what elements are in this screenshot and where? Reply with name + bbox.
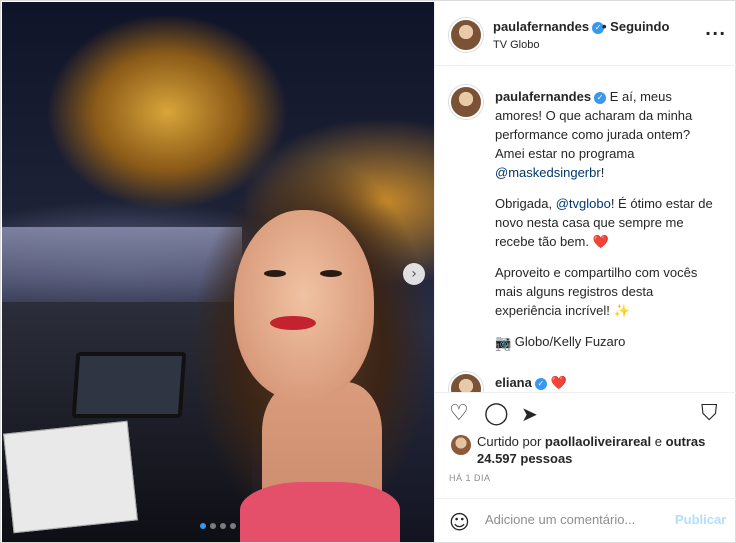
publish-button[interactable]: Publicar — [675, 512, 726, 527]
carousel-dots — [200, 523, 236, 529]
avatar[interactable] — [451, 435, 471, 455]
heart-icon[interactable]: ♡ — [449, 401, 469, 426]
liker-username[interactable]: paollaoliveirareal — [545, 434, 651, 449]
chevron-right-icon: › — [411, 266, 417, 282]
mention-link[interactable]: @tvglobo — [556, 196, 611, 211]
mention-link[interactable]: @maskedsingerbr — [495, 165, 601, 180]
likes-middle: e — [651, 434, 666, 449]
person-eye-left — [264, 270, 286, 277]
comment-username[interactable]: eliana ✓ ❤️ — [495, 375, 567, 391]
caption-timestamp[interactable]: 1 d — [495, 342, 510, 354]
post-photo[interactable]: › — [2, 2, 434, 542]
share-icon[interactable]: ➤ — [521, 402, 538, 426]
post-timestamp[interactable]: HÁ 1 DIA — [449, 473, 491, 483]
caption-username[interactable]: paulafernandes — [495, 89, 591, 104]
carousel-next-button[interactable]: › — [403, 263, 425, 285]
carousel-dot — [220, 523, 226, 529]
caption-text-3: Aproveito e compartilho com vocês mais a… — [495, 265, 698, 318]
avatar[interactable] — [449, 18, 483, 52]
post-actions: ♡ ◯ ➤ ⛉ Curtido por paollaoliveirareal e… — [435, 392, 736, 542]
photo-credit: Globo/Kelly Fuzaro — [511, 334, 626, 349]
add-comment-bar: ☺ Publicar — [435, 498, 736, 543]
person-top — [240, 482, 400, 542]
likes-summary: Curtido por paollaoliveirareal e outras … — [477, 433, 727, 467]
avatar[interactable] — [449, 85, 483, 119]
caption-text-2a: Obrigada, — [495, 196, 556, 211]
caption-punct: ! — [600, 165, 605, 180]
verified-badge-icon: ✓ — [594, 91, 607, 104]
carousel-dot — [230, 523, 236, 529]
heart-emoji-icon: ❤️ — [550, 375, 567, 390]
location-link[interactable]: TV Globo — [493, 39, 539, 51]
person-eye-right — [320, 270, 342, 277]
emoji-icon[interactable]: ☺ — [449, 510, 470, 534]
post-sidebar: paulafernandes ✓ • Seguindo TV Globo ··· … — [434, 2, 736, 542]
post-caption: paulafernandes ✓ E aí, meus amores! O que… — [495, 87, 715, 363]
header-username[interactable]: paulafernandes ✓ — [493, 19, 605, 34]
post-header: paulafernandes ✓ • Seguindo TV Globo ··· — [435, 2, 736, 66]
post-modal: › paulafernandes ✓ • Seguindo TV Globo ··… — [0, 0, 736, 543]
following-status[interactable]: • Seguindo — [602, 19, 669, 34]
carousel-dot — [200, 523, 206, 529]
person-lips — [270, 316, 316, 330]
carousel-dot — [210, 523, 216, 529]
comment-icon[interactable]: ◯ — [484, 401, 509, 426]
likes-prefix: Curtido por — [477, 434, 545, 449]
person-face — [234, 210, 374, 400]
comments-section: paulafernandes ✓ E aí, meus amores! O que… — [435, 67, 736, 392]
more-options-icon[interactable]: ··· — [705, 24, 726, 43]
notebook — [3, 420, 138, 534]
avatar[interactable] — [449, 372, 483, 392]
heart-emoji-icon: ❤️ — [592, 234, 609, 249]
bookmark-icon[interactable]: ⛉ — [701, 401, 718, 426]
tablet — [71, 352, 187, 418]
sparkles-emoji-icon: ✨ — [613, 303, 630, 318]
verified-badge-icon: ✓ — [534, 377, 547, 390]
comment-input[interactable] — [485, 512, 685, 527]
